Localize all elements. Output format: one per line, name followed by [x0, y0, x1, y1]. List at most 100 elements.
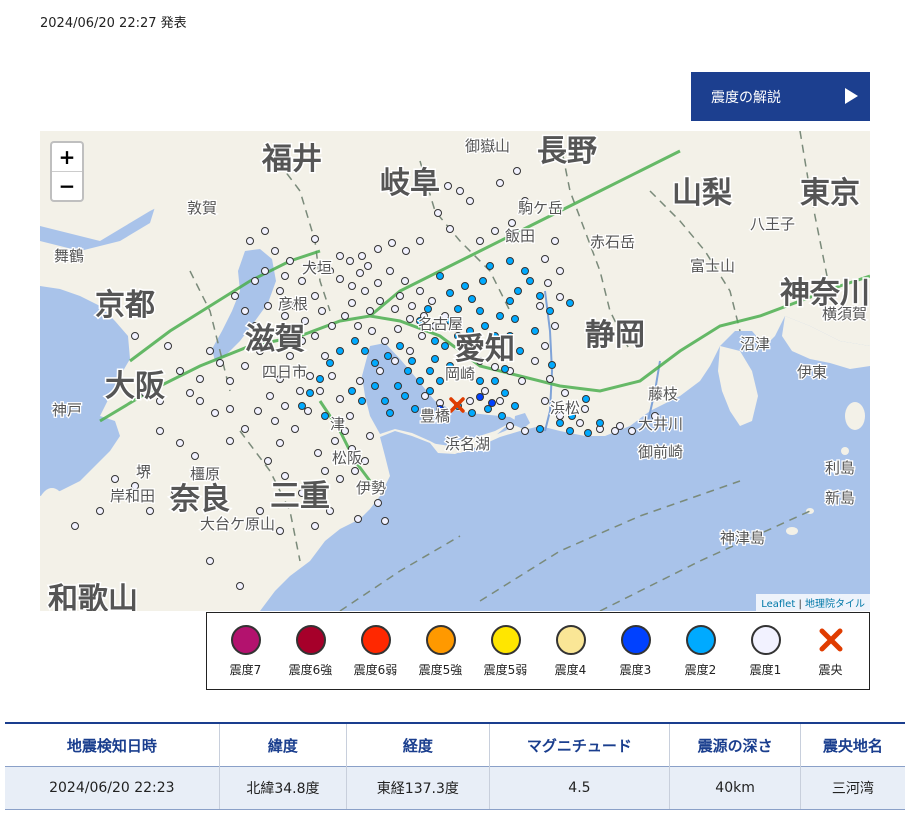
label-hachioji: 八王子	[750, 215, 795, 233]
leaflet-link[interactable]: Leaflet	[761, 599, 795, 610]
label-tsu: 津	[330, 415, 345, 433]
gsi-tiles-link[interactable]: 地理院タイル	[805, 599, 865, 610]
explanation-button-label: 震度の解説	[711, 89, 781, 106]
label-akaishi: 赤石岳	[590, 233, 635, 251]
cell-detect-time: 2024/06/20 22:23	[5, 766, 220, 810]
label-wakayama: 和歌山	[48, 582, 138, 611]
header-depth: 震源の深さ	[669, 722, 801, 767]
label-hamanako: 浜名湖	[445, 435, 490, 453]
play-arrow-icon	[845, 88, 858, 104]
label-toshima: 利島	[825, 459, 855, 477]
zoom-control: + −	[50, 141, 84, 202]
intensity-6-lower-swatch	[360, 624, 391, 655]
cell-depth: 40km	[669, 766, 801, 810]
label-osaka: 大阪	[105, 369, 165, 404]
label-iida: 飯田	[505, 227, 535, 245]
legend-item-intensity-4: 震度4	[540, 624, 602, 678]
map-attribution: Leaflet | 地理院タイル	[756, 594, 870, 611]
legend-item-intensity-6-lower: 震度6弱	[345, 624, 407, 678]
legend-item-intensity-2: 震度2	[670, 624, 732, 678]
label-matsusaka: 松阪	[332, 449, 362, 467]
label-okazaki: 岡崎	[445, 365, 475, 383]
zoom-in-button[interactable]: +	[52, 143, 82, 171]
legend-label: 震度5強	[418, 662, 463, 677]
label-nara: 奈良	[169, 482, 230, 517]
seismic-intensity-map[interactable]: 福井 岐阜 長野 山梨 東京 京都 滋賀 愛知 静岡 神奈川 大阪 奈良 三重 …	[40, 131, 870, 611]
legend-label: 震度3	[619, 662, 652, 677]
label-shiga: 滋賀	[245, 322, 305, 357]
intensity-7-swatch	[230, 624, 261, 655]
header-epicenter-name: 震央地名	[799, 722, 905, 767]
header-magnitude: マグニチュード	[488, 722, 670, 767]
label-kashihara: 橿原	[190, 465, 220, 483]
intensity-legend: 震度7 震度6強 震度6弱 震度5強 震度5弱 震度4 震度3 震度2 震度1	[206, 612, 870, 690]
label-fukui: 福井	[261, 142, 322, 177]
label-mie: 三重	[270, 479, 330, 514]
cell-epicenter-name: 三河湾	[799, 766, 905, 810]
cell-longitude: 東経137.3度	[346, 766, 490, 810]
label-fujieda: 藤枝	[648, 385, 678, 403]
label-yamanashi: 山梨	[672, 176, 732, 211]
label-yokkaichi: 四日市	[262, 363, 307, 381]
label-ise: 伊勢	[356, 479, 386, 497]
intensity-3-swatch	[620, 624, 651, 655]
legend-label: 震度6弱	[353, 662, 398, 677]
label-odaigahara: 大台ケ原山	[200, 515, 275, 533]
label-nagoya: 名古屋	[418, 315, 463, 333]
attribution-separator: |	[798, 599, 802, 610]
legend-item-intensity-1: 震度1	[735, 624, 797, 678]
legend-label: 震度6強	[288, 662, 333, 677]
header-latitude: 緯度	[218, 722, 347, 767]
legend-item-intensity-3: 震度3	[605, 624, 667, 678]
table-row: 2024/06/20 22:23 北緯34.8度 東経137.3度 4.5 40…	[5, 766, 905, 810]
label-toyohashi: 豊橋	[420, 407, 450, 425]
label-shizuoka: 静岡	[585, 318, 645, 353]
legend-label: 震度1	[749, 662, 782, 677]
label-oigawa: 大井川	[638, 415, 683, 433]
intensity-explanation-button[interactable]: 震度の解説	[691, 72, 870, 121]
legend-label: 震度5弱	[483, 662, 528, 677]
legend-item-epicenter: 震央	[800, 625, 862, 678]
intensity-5-lower-swatch	[490, 624, 521, 655]
legend-label: 震度2	[684, 662, 717, 677]
label-ito: 伊東	[797, 363, 827, 381]
label-tokyo: 東京	[800, 176, 860, 211]
label-niijima: 新島	[825, 489, 855, 507]
label-kishiwada: 岸和田	[110, 487, 155, 505]
label-ogaki: 大垣	[302, 259, 332, 277]
legend-label: 震度4	[554, 662, 587, 677]
intensity-1-swatch	[750, 624, 781, 655]
legend-item-intensity-6-upper: 震度6強	[280, 624, 342, 678]
label-numazu: 沼津	[740, 335, 770, 353]
label-kyoto: 京都	[95, 288, 155, 323]
label-tsuruga: 敦賀	[187, 199, 217, 217]
map-labels: 福井 岐阜 長野 山梨 東京 京都 滋賀 愛知 静岡 神奈川 大阪 奈良 三重 …	[47, 133, 871, 612]
label-aichi: 愛知	[455, 332, 515, 367]
published-time: 2024/06/20 22:27 発表	[40, 16, 187, 31]
intensity-2-swatch	[685, 624, 716, 655]
label-yokosuka: 横須賀	[822, 305, 867, 323]
legend-label: 震度7	[229, 662, 262, 677]
earthquake-info-table: 地震検知日時 緯度 経度 マグニチュード 震源の深さ 震央地名 2024/06/…	[5, 722, 905, 810]
label-ontake: 御嶽山	[465, 137, 510, 155]
label-maizuru: 舞鶴	[54, 247, 84, 265]
legend-item-intensity-5-upper: 震度5強	[410, 624, 472, 678]
label-komagatake: 駒ケ岳	[518, 199, 563, 217]
label-kozushima: 神津島	[720, 529, 765, 547]
label-gifu: 岐阜	[380, 166, 440, 201]
label-fujisan: 富士山	[690, 257, 735, 275]
label-nagano: 長野	[537, 134, 597, 169]
label-sakai: 堺	[136, 463, 151, 481]
zoom-out-button[interactable]: −	[52, 171, 82, 200]
legend-item-intensity-7: 震度7	[215, 624, 277, 678]
legend-label: 震央	[818, 662, 843, 677]
label-omaezaki: 御前崎	[638, 443, 683, 461]
cell-magnitude: 4.5	[488, 766, 670, 810]
intensity-4-swatch	[555, 624, 586, 655]
label-kobe: 神戸	[52, 401, 82, 419]
header-detect-time: 地震検知日時	[5, 722, 220, 767]
intensity-5-upper-swatch	[425, 624, 456, 655]
label-hikone: 彦根	[278, 295, 308, 313]
cell-latitude: 北緯34.8度	[218, 766, 347, 810]
label-hamamatsu: 浜松	[550, 399, 580, 417]
